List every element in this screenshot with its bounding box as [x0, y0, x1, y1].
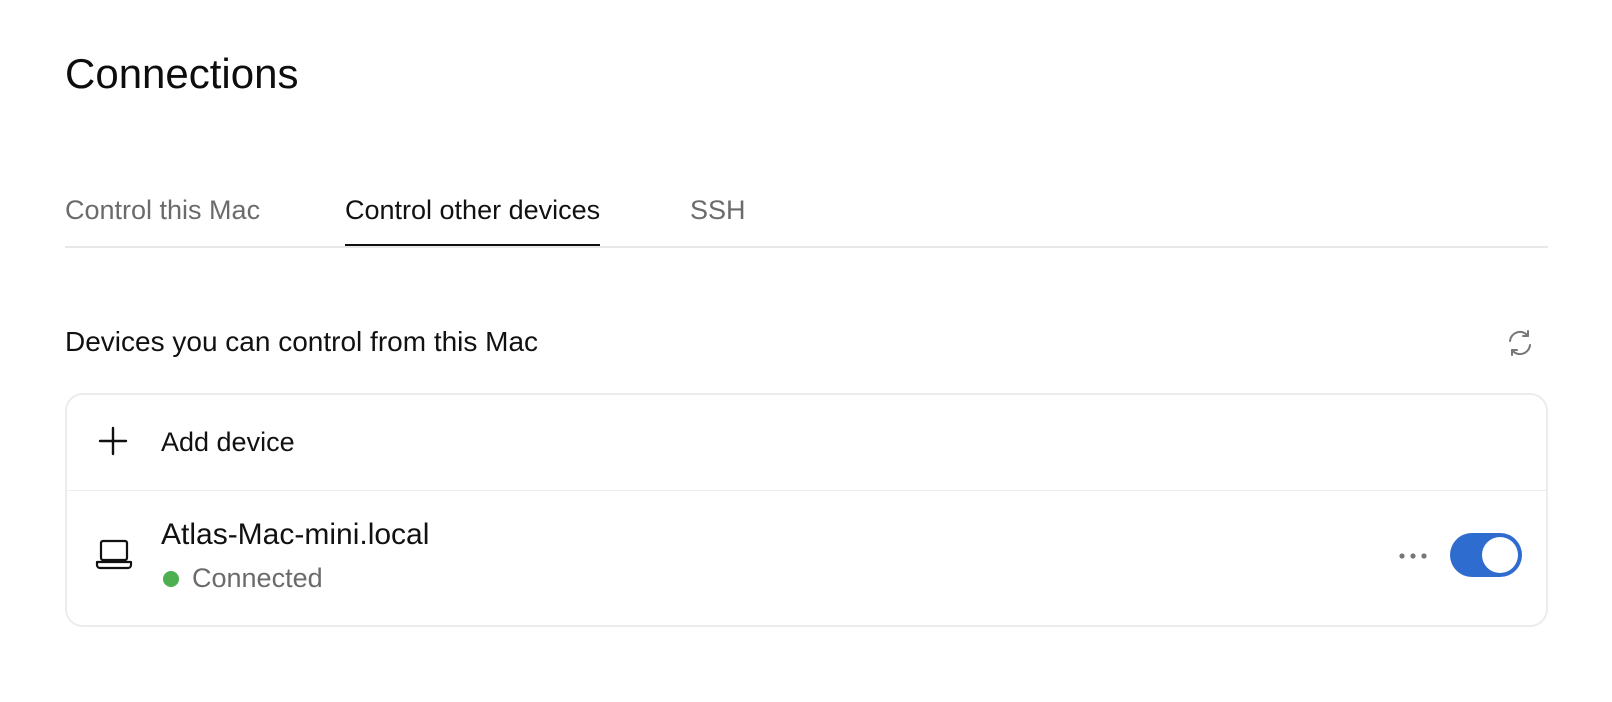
more-options-button[interactable] — [1393, 541, 1433, 571]
device-status: Connected — [192, 563, 323, 593]
device-row: Atlas-Mac-mini.local Connected — [67, 491, 1546, 627]
section-title: Devices you can control from this Mac — [65, 326, 539, 357]
more-icon — [1399, 553, 1427, 559]
tab-control-this-mac[interactable]: Control this Mac — [65, 190, 260, 230]
tab-bar: Control this Mac Control other devices S… — [65, 180, 1548, 248]
add-device-label: Add device — [161, 427, 295, 457]
status-indicator-dot — [163, 571, 179, 587]
plus-icon — [98, 426, 128, 456]
tab-ssh[interactable]: SSH — [690, 190, 746, 230]
device-name: Atlas-Mac-mini.local — [161, 518, 430, 551]
add-device-button[interactable]: Add device — [67, 395, 1546, 491]
tab-control-other-devices[interactable]: Control other devices — [345, 190, 601, 246]
device-enable-toggle[interactable] — [1450, 533, 1522, 577]
devices-card: Add device Atlas-Mac-mini.local Connecte… — [65, 393, 1548, 627]
refresh-icon — [1509, 330, 1531, 356]
refresh-button[interactable] — [1502, 325, 1538, 361]
page-title: Connections — [65, 50, 299, 97]
toggle-knob — [1482, 537, 1518, 573]
laptop-icon — [95, 539, 133, 570]
